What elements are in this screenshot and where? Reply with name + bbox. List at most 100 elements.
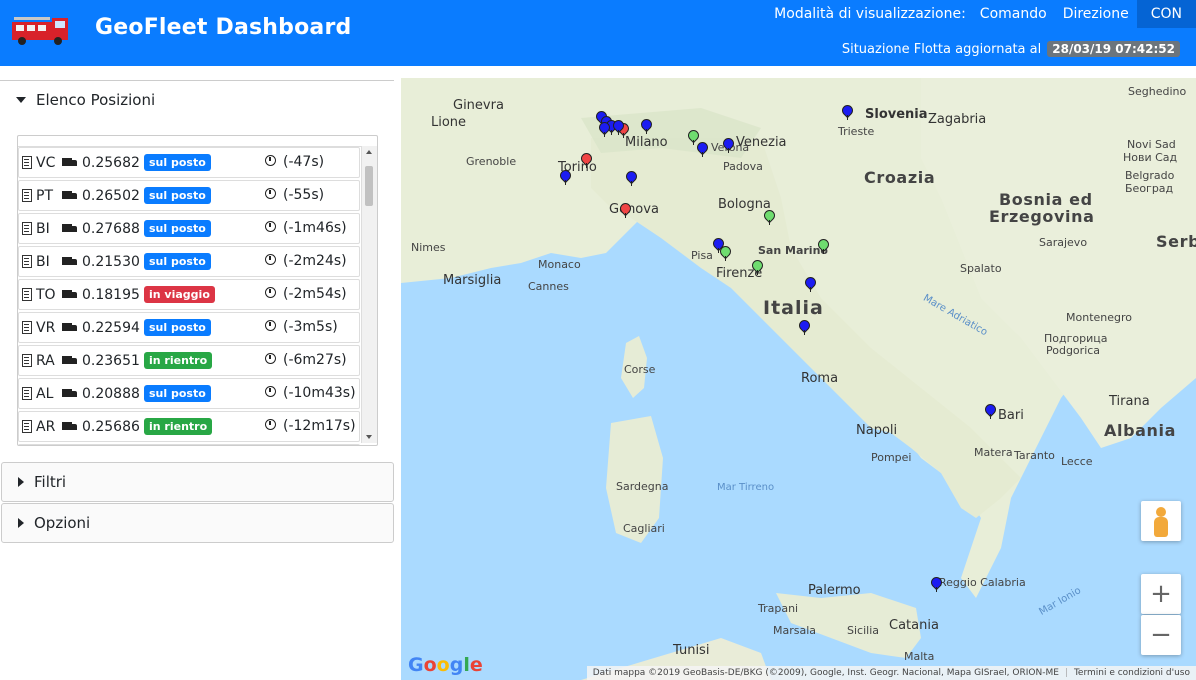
caret-right-icon [18, 477, 24, 487]
opzioni-section-header[interactable]: Opzioni [1, 503, 394, 543]
terms-link[interactable]: Termini e condizioni d'uso [1074, 668, 1190, 678]
vehicle-marker[interactable] [626, 171, 637, 186]
building-icon [22, 189, 32, 202]
google-logo-letter: e [469, 654, 483, 676]
elapsed-time: (-3m5s) [283, 319, 338, 335]
position-row[interactable]: AR 0.25686 in rientro (-12m17s) [18, 411, 360, 442]
station-code: RA [36, 352, 55, 369]
map-label: Pompei [871, 451, 912, 464]
station-code: VC [36, 154, 56, 171]
vehicle-marker[interactable] [805, 277, 816, 292]
vehicle-marker[interactable] [641, 119, 652, 134]
position-row[interactable]: TO 0.18195 in viaggio (-2m54s) [18, 279, 360, 310]
position-row[interactable]: BI 0.21530 sul posto (-2m24s) [18, 246, 360, 277]
map-view[interactable]: Ginevra Lione Grenoble Nimes Marsiglia M… [401, 78, 1196, 680]
map-label: Pisa [691, 249, 713, 262]
map-label-country: Italia [763, 297, 824, 319]
vehicle-marker[interactable] [818, 239, 829, 254]
clock-icon [265, 221, 276, 232]
position-row[interactable]: TR0.26043sul posto(-14m44s) [18, 444, 360, 445]
fleet-update-timestamp: 28/03/19 07:42:52 [1047, 41, 1180, 57]
elenco-posizioni-header[interactable]: Elenco Posizioni [0, 80, 394, 119]
street-view-pegman-icon[interactable] [1141, 501, 1181, 541]
truck-icon [62, 289, 78, 300]
view-mode-con[interactable]: CON [1136, 0, 1196, 28]
map-label: Trieste [838, 125, 875, 138]
caret-right-icon [18, 518, 24, 528]
map-attribution: Dati mappa ©2019 GeoBasis-DE/BKG (©2009)… [586, 666, 1196, 680]
truck-icon [62, 421, 78, 432]
clock-icon [265, 155, 276, 166]
building-icon [22, 222, 32, 235]
map-label: Taranto [1014, 449, 1055, 462]
map-label: Nimes [411, 241, 446, 254]
positions-rows: VC 0.25682 sul posto (-47s) PT 0.26502 sul pos… [18, 147, 360, 445]
scroll-thumb[interactable] [365, 166, 373, 206]
left-panel: Elenco Posizioni VC 0.25682 sul posto (-47s… [0, 80, 394, 543]
vehicle-id: 0.22594 [82, 319, 140, 336]
vehicle-id: 0.23651 [82, 352, 140, 369]
map-label: Napoli [856, 423, 898, 438]
building-icon [22, 420, 32, 433]
vehicle-marker[interactable] [613, 120, 624, 135]
zoom-out-button[interactable]: − [1141, 615, 1181, 655]
scroll-down-arrow-icon[interactable] [366, 435, 372, 439]
scroll-up-arrow-icon[interactable] [366, 150, 372, 154]
vehicle-marker[interactable] [799, 320, 810, 335]
view-mode-switcher: Modalità di visualizzazione: Comando Dir… [774, 0, 1196, 28]
map-label: Matera [974, 446, 1013, 459]
attribution-text: Dati mappa ©2019 GeoBasis-DE/BKG (©2009)… [592, 668, 1059, 678]
vehicle-marker[interactable] [985, 404, 996, 419]
elapsed-time: (-12m17s) [283, 418, 356, 434]
vehicle-marker[interactable] [581, 153, 592, 168]
station-code: BI [36, 253, 50, 270]
status-badge: in viaggio [144, 286, 215, 303]
map-label: Monaco [538, 258, 581, 271]
positions-list[interactable]: VC 0.25682 sul posto (-47s) PT 0.26502 sul pos… [17, 135, 378, 446]
google-logo: Google [408, 654, 483, 676]
vehicle-marker[interactable] [620, 203, 631, 218]
position-row[interactable]: VR 0.22594 sul posto (-3m5s) [18, 312, 360, 343]
list-scrollbar[interactable] [361, 146, 377, 443]
vehicle-marker[interactable] [720, 246, 731, 261]
elapsed-time: (-55s) [283, 187, 325, 203]
vehicle-id: 0.27688 [82, 220, 140, 237]
map-label: Sicilia [847, 624, 879, 637]
app-title: GeoFleet Dashboard [95, 15, 352, 40]
clock-icon [265, 254, 276, 265]
clock-icon [265, 320, 276, 331]
position-row[interactable]: RA 0.23651 in rientro (-6m27s) [18, 345, 360, 376]
position-row[interactable]: VC 0.25682 sul posto (-47s) [18, 147, 360, 178]
vehicle-marker[interactable] [842, 105, 853, 120]
position-row[interactable]: PT 0.26502 sul posto (-55s) [18, 180, 360, 211]
map-label-country: Serbi [1156, 232, 1196, 251]
elapsed-time: (-2m24s) [283, 253, 347, 269]
map-label: Spalato [960, 262, 1002, 275]
status-badge: in rientro [144, 418, 213, 435]
list-header-strip [18, 136, 377, 147]
view-mode-direzione[interactable]: Direzione [1055, 0, 1137, 28]
view-mode-comando[interactable]: Comando [972, 0, 1055, 28]
vehicle-marker[interactable] [752, 260, 763, 275]
map-label: Bologna [718, 197, 771, 212]
map-label: Београд [1125, 182, 1174, 195]
map-label: Genova [609, 202, 659, 217]
truck-icon [62, 256, 78, 267]
zoom-in-button[interactable]: + [1141, 574, 1181, 614]
building-icon [22, 387, 32, 400]
vehicle-marker[interactable] [723, 138, 734, 153]
position-row[interactable]: AL 0.20888 sul posto (-10m43s) [18, 378, 360, 409]
map-label: Cannes [528, 280, 569, 293]
vehicle-marker[interactable] [560, 170, 571, 185]
vehicle-marker[interactable] [764, 210, 775, 225]
map-label: Seghedino [1128, 85, 1187, 98]
position-row[interactable]: BI 0.27688 sul posto (-1m46s) [18, 213, 360, 244]
fleet-update-label: Situazione Flotta aggiornata al [841, 41, 1042, 57]
vehicle-marker[interactable] [697, 142, 708, 157]
vehicle-marker[interactable] [599, 122, 610, 137]
filtri-section-header[interactable]: Filtri [1, 462, 394, 502]
vehicle-id: 0.21530 [82, 253, 140, 270]
fire-truck-logo-icon [12, 17, 68, 45]
vehicle-id: 0.20888 [82, 385, 140, 402]
vehicle-marker[interactable] [931, 577, 942, 592]
